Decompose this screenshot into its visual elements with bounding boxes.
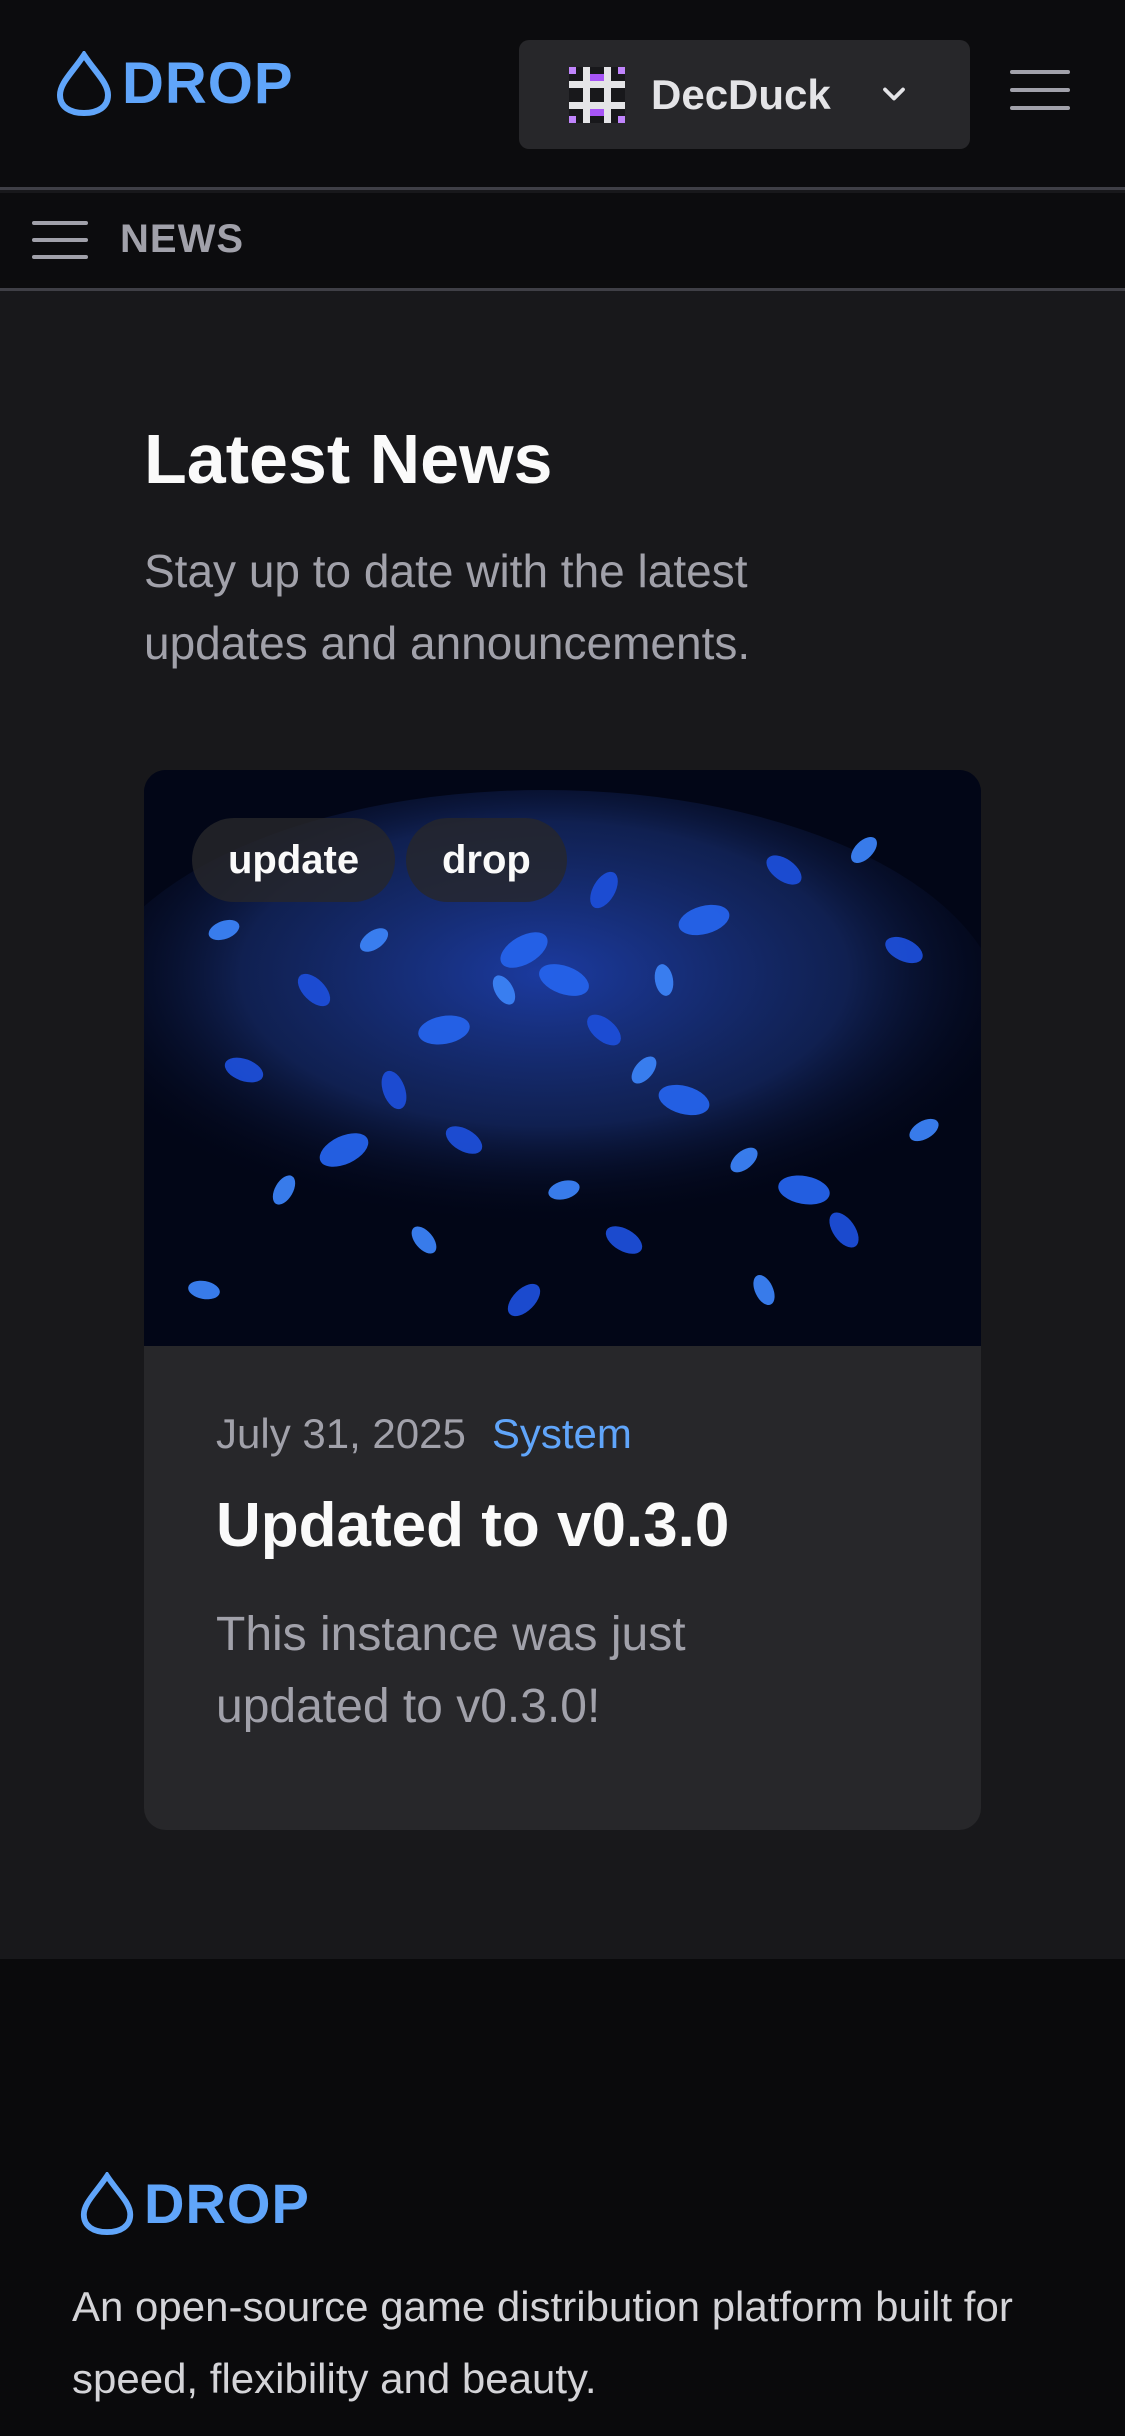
main-content: Latest News Stay up to date with the lat… <box>0 291 1125 1959</box>
news-category[interactable]: System <box>492 1410 632 1458</box>
page-title: Latest News <box>144 420 553 498</box>
logo-link[interactable]: DROP <box>54 50 294 117</box>
news-meta: July 31, 2025 System <box>216 1410 916 1458</box>
news-description: This instance was just updated to v0.3.0… <box>216 1608 686 1733</box>
news-date: July 31, 2025 <box>216 1410 466 1457</box>
footer-description: An open-source game distribution platfor… <box>72 2283 1013 2402</box>
user-menu-button[interactable]: DecDuck <box>519 40 970 149</box>
page-subtitle: Stay up to date with the latest updates … <box>144 545 751 669</box>
footer-logo-text: DROP <box>144 2172 310 2235</box>
footer-logo-link[interactable]: DROP <box>78 2171 310 2236</box>
top-bar: DROP DecDuck <box>0 0 1125 190</box>
news-title[interactable]: Updated to v0.3.0 <box>216 1490 916 1561</box>
news-card-image: update drop <box>144 770 981 1346</box>
logo-text: DROP <box>122 51 294 116</box>
hamburger-icon[interactable] <box>1010 70 1070 114</box>
drop-icon <box>56 50 112 116</box>
footer: DROP An open-source game distribution pl… <box>0 1959 1125 2436</box>
user-name: DecDuck <box>651 70 831 118</box>
news-card[interactable]: update drop July 31, 2025 System Updated… <box>144 770 981 1830</box>
user-avatar <box>569 66 625 123</box>
tag-drop[interactable]: drop <box>406 818 567 902</box>
tag-update[interactable]: update <box>192 818 396 902</box>
chevron-down-icon <box>883 87 905 101</box>
drop-icon <box>80 2171 134 2235</box>
section-label: NEWS <box>120 217 244 261</box>
hamburger-icon[interactable] <box>32 221 88 272</box>
sub-navigation: NEWS <box>0 193 1125 291</box>
news-card-body: July 31, 2025 System Updated to v0.3.0 T… <box>216 1410 916 1743</box>
